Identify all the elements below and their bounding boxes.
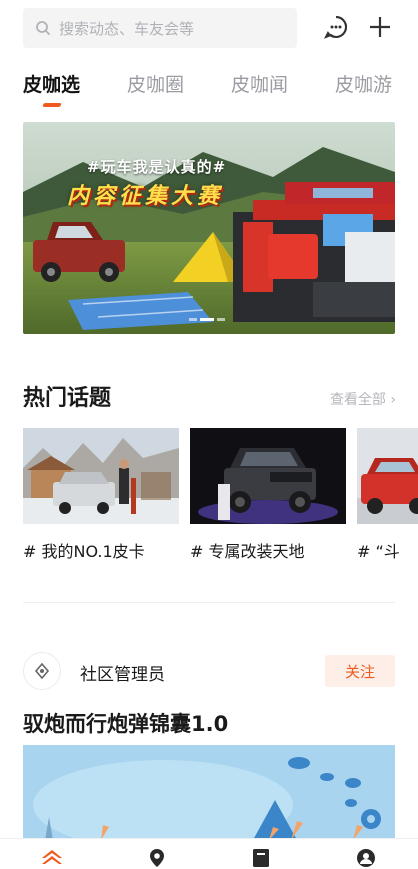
hot-topics-title: 热门话题 — [23, 386, 112, 411]
topic-card[interactable]: # 我的NO.1皮卡 — [23, 428, 179, 562]
home-icon — [42, 850, 62, 864]
tab-pika-news[interactable]: 皮咖闻 — [231, 70, 288, 97]
message-bubble-icon[interactable] — [323, 14, 349, 40]
topic-label: # 我的NO.1皮卡 — [23, 542, 145, 561]
search-placeholder: 搜索动态、车友会等 — [59, 19, 195, 38]
topic-thumbnail — [357, 428, 418, 524]
nav-profile[interactable] — [354, 847, 378, 869]
post-title[interactable]: 驭炮而行炮弹锦囊1.0 — [23, 708, 228, 738]
tab-pika-travel[interactable]: 皮咖游 — [335, 70, 392, 97]
nav-home[interactable] — [40, 847, 64, 869]
topic-thumbnail — [23, 428, 179, 524]
category-tabs: 皮咖选 皮咖圈 皮咖闻 皮咖游 — [0, 66, 418, 112]
profile-icon — [357, 849, 375, 867]
section-divider — [23, 602, 395, 603]
banner-pagination — [189, 318, 225, 321]
author-avatar[interactable] — [23, 652, 61, 690]
bookmark-icon — [253, 849, 269, 867]
topic-thumbnail — [190, 428, 346, 524]
banner-image — [23, 122, 395, 334]
bottom-navigation — [0, 838, 418, 869]
nav-location[interactable] — [145, 847, 169, 869]
hot-topics-carousel[interactable]: # 我的NO.1皮卡 # 专属改装天地 # “斗 — [23, 428, 418, 568]
topic-card[interactable]: # 专属改装天地 — [190, 428, 346, 562]
topic-label: # “斗 — [357, 542, 400, 561]
shield-logo-icon — [34, 663, 50, 679]
see-all-link[interactable]: 查看全部 › — [330, 389, 396, 409]
banner-hashtag: #玩车我是认真的# — [87, 158, 227, 176]
promo-banner[interactable]: #玩车我是认真的# 内容征集大赛 — [23, 122, 395, 334]
post-image[interactable] — [23, 745, 395, 840]
banner-title: 内容征集大赛 — [67, 184, 224, 209]
banner-dot-active — [200, 318, 214, 321]
plus-icon[interactable] — [367, 14, 393, 40]
banner-dot — [217, 318, 225, 321]
tab-pika-select[interactable]: 皮咖选 — [23, 70, 80, 97]
banner-dot — [189, 318, 197, 321]
topic-label: # 专属改装天地 — [190, 542, 305, 561]
top-bar: 搜索动态、车友会等 — [0, 0, 418, 58]
tab-pika-circle[interactable]: 皮咖圈 — [127, 70, 184, 97]
follow-button[interactable]: 关注 — [325, 655, 395, 687]
topic-card[interactable]: # “斗 — [357, 428, 418, 562]
active-tab-indicator — [42, 103, 62, 107]
author-name[interactable]: 社区管理员 — [80, 660, 165, 685]
search-icon — [36, 21, 50, 35]
search-input[interactable]: 搜索动态、车友会等 — [23, 8, 297, 48]
location-pin-icon — [150, 849, 164, 867]
nav-bookmark[interactable] — [249, 847, 273, 869]
